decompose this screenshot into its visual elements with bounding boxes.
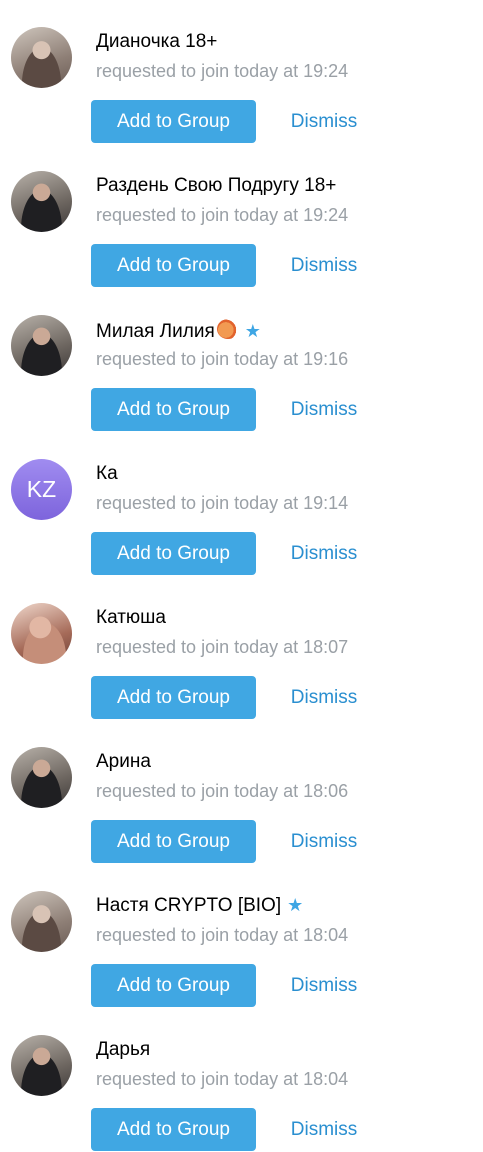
join-request-item: Милая Лилия ★ requested to join today at … [0, 288, 483, 432]
star-icon: ★ [287, 895, 304, 915]
dismiss-button[interactable]: Dismiss [275, 676, 373, 719]
requester-name[interactable]: Раздень Свою Подругу 18+ [96, 175, 336, 197]
requester-name[interactable]: Дарья [96, 1039, 150, 1061]
join-request-item: Дианочка 18+ requested to join today at … [0, 0, 483, 144]
avatar[interactable] [11, 27, 72, 88]
requester-name-text: Настя CRYPTO [BIO] [96, 895, 282, 916]
dismiss-button[interactable]: Dismiss [275, 532, 373, 575]
requester-name[interactable]: Настя CRYPTO [BIO] ★ [96, 895, 303, 917]
request-status: requested to join today at 18:04 [96, 1069, 349, 1089]
avatar[interactable] [11, 1035, 72, 1096]
request-status: requested to join today at 18:07 [96, 637, 349, 657]
avatar[interactable]: KZ [11, 459, 72, 520]
requester-name[interactable]: Дианочка 18+ [96, 31, 217, 53]
dismiss-button[interactable]: Dismiss [275, 964, 373, 1007]
request-status: requested to join today at 19:16 [96, 349, 349, 369]
requester-name-text: Арина [96, 751, 151, 772]
dismiss-button[interactable]: Dismiss [275, 244, 373, 287]
dismiss-button[interactable]: Dismiss [275, 388, 373, 431]
request-status: requested to join today at 19:14 [96, 493, 349, 513]
avatar[interactable] [11, 603, 72, 664]
dismiss-button[interactable]: Dismiss [275, 100, 373, 143]
dismiss-button[interactable]: Dismiss [275, 820, 373, 863]
requester-name[interactable]: Катюша [96, 607, 166, 629]
join-request-item: Настя CRYPTO [BIO] ★ requested to join to… [0, 864, 483, 1008]
avatar[interactable] [11, 315, 72, 376]
add-to-group-button[interactable]: Add to Group [91, 820, 256, 863]
requester-name-text: Раздень Свою Подругу 18+ [96, 175, 337, 196]
join-request-item: KZ Ка requested to join today at 19:14 A… [0, 432, 483, 576]
requester-name-text: Катюша [96, 607, 166, 628]
request-status: requested to join today at 18:06 [96, 781, 349, 801]
avatar[interactable] [11, 171, 72, 232]
star-icon: ★ [244, 321, 261, 341]
add-to-group-button[interactable]: Add to Group [91, 244, 256, 287]
avatar[interactable] [11, 891, 72, 952]
requester-name-text: Ка [96, 463, 118, 484]
avatar[interactable] [11, 747, 72, 808]
join-request-item: Катюша requested to join today at 18:07 … [0, 576, 483, 720]
add-to-group-button[interactable]: Add to Group [91, 1108, 256, 1151]
add-to-group-button[interactable]: Add to Group [91, 964, 256, 1007]
add-to-group-button[interactable]: Add to Group [91, 676, 256, 719]
add-to-group-button[interactable]: Add to Group [91, 532, 256, 575]
join-request-item: Раздень Свою Подругу 18+ requested to jo… [0, 144, 483, 288]
add-to-group-button[interactable]: Add to Group [91, 100, 256, 143]
join-request-item: Дарья requested to join today at 18:04 A… [0, 1008, 483, 1152]
request-status: requested to join today at 19:24 [96, 61, 349, 81]
request-status: requested to join today at 19:24 [96, 205, 349, 225]
join-requests-list: Дианочка 18+ requested to join today at … [0, 0, 483, 1151]
dismiss-button[interactable]: Dismiss [275, 1108, 373, 1151]
avatar-initials: KZ [26, 476, 57, 502]
requester-name-text: Милая Лилия [96, 321, 215, 342]
peach-emoji-icon [216, 319, 239, 339]
requester-name[interactable]: Милая Лилия ★ [96, 319, 261, 343]
requester-name-text: Дианочка 18+ [96, 31, 218, 52]
add-to-group-button[interactable]: Add to Group [91, 388, 256, 431]
join-request-item: Арина requested to join today at 18:06 A… [0, 720, 483, 864]
requester-name[interactable]: Ка [96, 463, 118, 485]
request-status: requested to join today at 18:04 [96, 925, 349, 945]
requester-name-text: Дарья [96, 1039, 151, 1060]
requester-name[interactable]: Арина [96, 751, 151, 773]
